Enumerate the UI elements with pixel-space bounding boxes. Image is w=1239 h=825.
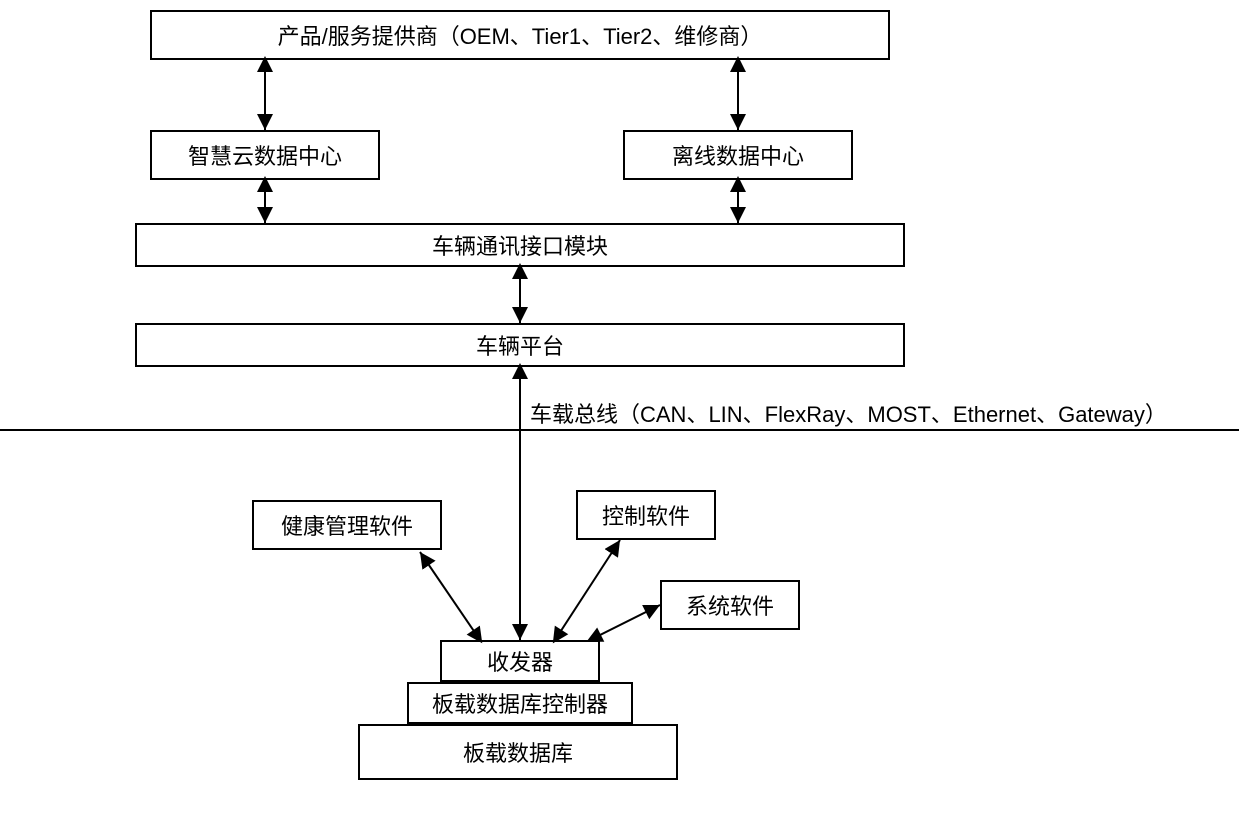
health-management-software-box: 健康管理软件 bbox=[252, 500, 442, 550]
system-software-box: 系统软件 bbox=[660, 580, 800, 630]
arrow-transceiver-control bbox=[555, 540, 620, 640]
offline-data-center-box: 离线数据中心 bbox=[623, 130, 853, 180]
vehicle-platform-box: 车辆平台 bbox=[135, 323, 905, 367]
arrow-transceiver-health bbox=[420, 552, 480, 640]
control-software-box: 控制软件 bbox=[576, 490, 716, 540]
onboard-db-controller-box: 板载数据库控制器 bbox=[407, 682, 633, 724]
vehicle-comm-interface-box: 车辆通讯接口模块 bbox=[135, 223, 905, 267]
bus-label: 车载总线（CAN、LIN、FlexRay、MOST、Ethernet、Gatew… bbox=[530, 397, 1167, 429]
provider-box: 产品/服务提供商（OEM、Tier1、Tier2、维修商） bbox=[150, 10, 890, 60]
onboard-database-box: 板载数据库 bbox=[358, 724, 678, 780]
transceiver-box: 收发器 bbox=[440, 640, 600, 682]
arrow-transceiver-system bbox=[590, 605, 660, 640]
smart-cloud-data-center-box: 智慧云数据中心 bbox=[150, 130, 380, 180]
